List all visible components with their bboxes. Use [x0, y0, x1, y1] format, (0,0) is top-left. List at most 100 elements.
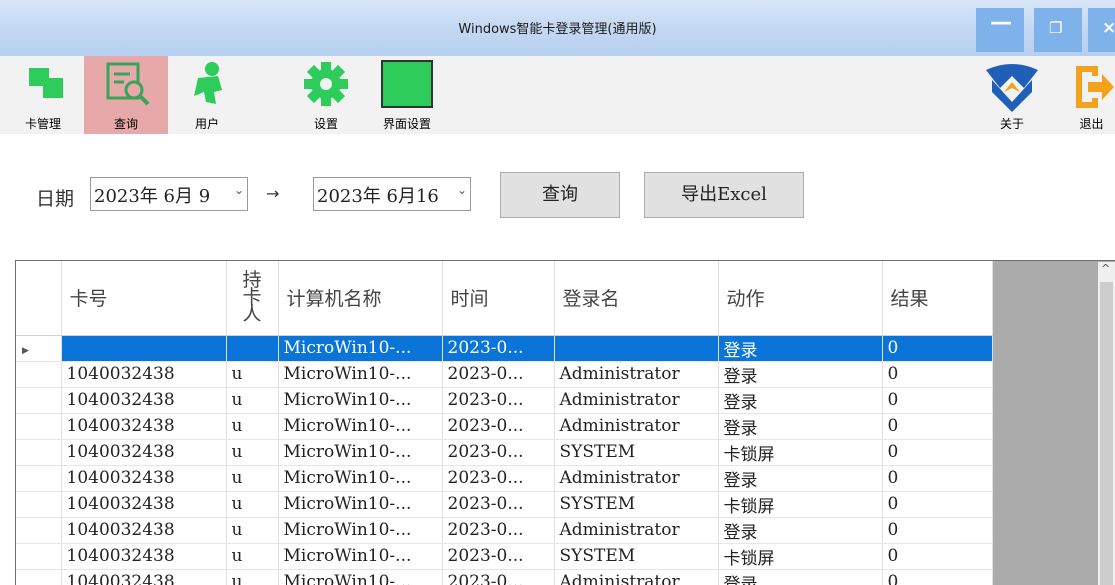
table-cell[interactable]: SYSTEM — [554, 439, 719, 466]
table-cell[interactable]: 登录 — [718, 517, 883, 544]
scrollbar-thumb[interactable] — [1100, 282, 1113, 585]
restore-button[interactable]: ❐ — [1034, 8, 1082, 52]
table-cell[interactable]: 登录 — [718, 413, 883, 440]
results-grid[interactable]: 卡号 持卡人 计算机名称 时间 登录名 动作 结果 ▶ MicroWin10-..… — [15, 260, 1115, 585]
table-cell[interactable]: u — [226, 361, 279, 388]
table-row[interactable]: 1040032438 u MicroWin10-... 2023-0... Admini… — [16, 387, 993, 414]
table-cell[interactable]: 登录 — [718, 569, 883, 585]
toolbar-user-button[interactable]: 用户 — [184, 56, 230, 134]
table-cell[interactable]: MicroWin10-... — [278, 517, 443, 544]
table-cell[interactable]: 1040032438 — [61, 543, 227, 570]
table-cell[interactable]: SYSTEM — [554, 543, 719, 570]
table-cell[interactable]: 0 — [882, 413, 993, 440]
table-cell[interactable]: u — [226, 439, 279, 466]
table-cell[interactable]: MicroWin10-... — [278, 439, 443, 466]
table-cell[interactable]: 2023-0... — [442, 439, 555, 466]
table-cell[interactable]: 卡锁屏 — [718, 491, 883, 518]
row-header-cell[interactable] — [16, 387, 62, 414]
table-row[interactable]: 1040032438 u MicroWin10-... 2023-0... Admini… — [16, 361, 993, 388]
table-cell[interactable]: u — [226, 413, 279, 440]
table-cell[interactable]: MicroWin10-... — [278, 387, 443, 414]
table-cell[interactable]: 0 — [882, 517, 993, 544]
row-header-cell[interactable] — [16, 413, 62, 440]
table-cell[interactable]: u — [226, 491, 279, 518]
table-cell[interactable]: 2023-0... — [442, 465, 555, 492]
table-cell[interactable]: 登录 — [718, 335, 883, 362]
table-cell[interactable] — [226, 335, 279, 362]
row-header-cell[interactable]: ▶ — [16, 335, 62, 362]
table-cell[interactable]: Administrator — [554, 517, 719, 544]
table-cell[interactable]: u — [226, 387, 279, 414]
query-button[interactable]: 查询 — [500, 172, 620, 218]
table-cell[interactable]: MicroWin10-... — [278, 335, 443, 362]
table-cell[interactable]: MicroWin10-... — [278, 569, 443, 585]
table-cell[interactable]: 2023-0... — [442, 413, 555, 440]
table-cell[interactable]: u — [226, 465, 279, 492]
toolbar-about-button[interactable]: 关于 — [983, 56, 1041, 134]
table-cell[interactable]: 2023-0... — [442, 517, 555, 544]
toolbar-query-button[interactable]: 查询 — [84, 56, 168, 134]
table-cell[interactable]: 0 — [882, 543, 993, 570]
export-excel-button[interactable]: 导出Excel — [644, 172, 804, 218]
table-cell[interactable]: MicroWin10-... — [278, 465, 443, 492]
column-header-time[interactable]: 时间 — [442, 261, 555, 336]
table-cell[interactable]: 1040032438 — [61, 361, 227, 388]
toolbar-settings-button[interactable]: 设置 — [300, 56, 352, 134]
table-cell[interactable]: 0 — [882, 569, 993, 585]
column-header-action[interactable]: 动作 — [718, 261, 883, 336]
toolbar-exit-button[interactable]: 退出 — [1068, 56, 1115, 134]
chevron-down-icon[interactable]: ⌄ — [457, 183, 467, 197]
table-row[interactable]: 1040032438 u MicroWin10-... 2023-0... Admini… — [16, 517, 993, 544]
table-cell[interactable]: MicroWin10-... — [278, 491, 443, 518]
table-cell[interactable]: 2023-0... — [442, 491, 555, 518]
table-row[interactable]: 1040032438 u MicroWin10-... 2023-0... SYSTEM… — [16, 543, 993, 570]
table-cell[interactable]: 1040032438 — [61, 413, 227, 440]
column-header-login-name[interactable]: 登录名 — [554, 261, 719, 336]
row-header-cell[interactable] — [16, 543, 62, 570]
table-cell[interactable]: 0 — [882, 465, 993, 492]
table-cell[interactable]: 2023-0... — [442, 361, 555, 388]
table-cell[interactable]: 0 — [882, 439, 993, 466]
chevron-down-icon[interactable]: ⌄ — [234, 183, 244, 197]
column-header-result[interactable]: 结果 — [882, 261, 993, 336]
table-cell[interactable]: u — [226, 517, 279, 544]
table-cell[interactable]: 登录 — [718, 387, 883, 414]
table-cell[interactable] — [61, 335, 227, 362]
table-row[interactable]: 1040032438 u MicroWin10-... 2023-0... SYSTEM… — [16, 491, 993, 518]
table-cell[interactable]: 2023-0... — [442, 569, 555, 585]
table-cell[interactable]: 0 — [882, 361, 993, 388]
column-header-holder[interactable]: 持卡人 — [226, 261, 279, 336]
close-button[interactable]: × — [1088, 8, 1115, 52]
column-header-computer-name[interactable]: 计算机名称 — [278, 261, 443, 336]
table-cell[interactable]: MicroWin10-... — [278, 543, 443, 570]
table-cell[interactable]: SYSTEM — [554, 491, 719, 518]
to-date-picker[interactable]: 2023年 6月16 ⌄ — [313, 177, 471, 211]
scroll-up-icon[interactable]: ^ — [1101, 262, 1110, 275]
table-cell[interactable]: 1040032438 — [61, 517, 227, 544]
table-row[interactable]: 1040032438 u MicroWin10-... 2023-0... Admini… — [16, 465, 993, 492]
table-row[interactable]: 1040032438 u MicroWin10-... 2023-0... Admini… — [16, 569, 993, 585]
table-cell[interactable]: u — [226, 569, 279, 585]
toolbar-card-manage-button[interactable]: 卡管理 — [18, 56, 68, 134]
table-row[interactable]: 1040032438 u MicroWin10-... 2023-0... SYSTEM… — [16, 439, 993, 466]
row-header-cell[interactable] — [16, 361, 62, 388]
table-cell[interactable]: 登录 — [718, 465, 883, 492]
table-cell[interactable]: 1040032438 — [61, 439, 227, 466]
table-cell[interactable]: Administrator — [554, 465, 719, 492]
table-cell[interactable]: 1040032438 — [61, 465, 227, 492]
table-cell[interactable]: 卡锁屏 — [718, 543, 883, 570]
from-date-picker[interactable]: 2023年 6月 9 ⌄ — [90, 177, 248, 211]
table-cell[interactable]: 0 — [882, 491, 993, 518]
row-header-cell[interactable] — [16, 517, 62, 544]
row-header-cell[interactable] — [16, 465, 62, 492]
table-row[interactable]: 1040032438 u MicroWin10-... 2023-0... Admini… — [16, 413, 993, 440]
table-cell[interactable]: MicroWin10-... — [278, 413, 443, 440]
table-cell[interactable]: Administrator — [554, 387, 719, 414]
table-cell[interactable]: Administrator — [554, 413, 719, 440]
column-header-card-no[interactable]: 卡号 — [61, 261, 227, 336]
table-cell[interactable]: MicroWin10-... — [278, 361, 443, 388]
minimize-button[interactable]: — — [976, 8, 1024, 52]
table-cell[interactable] — [554, 335, 719, 362]
table-cell[interactable]: u — [226, 543, 279, 570]
table-cell[interactable]: Administrator — [554, 361, 719, 388]
